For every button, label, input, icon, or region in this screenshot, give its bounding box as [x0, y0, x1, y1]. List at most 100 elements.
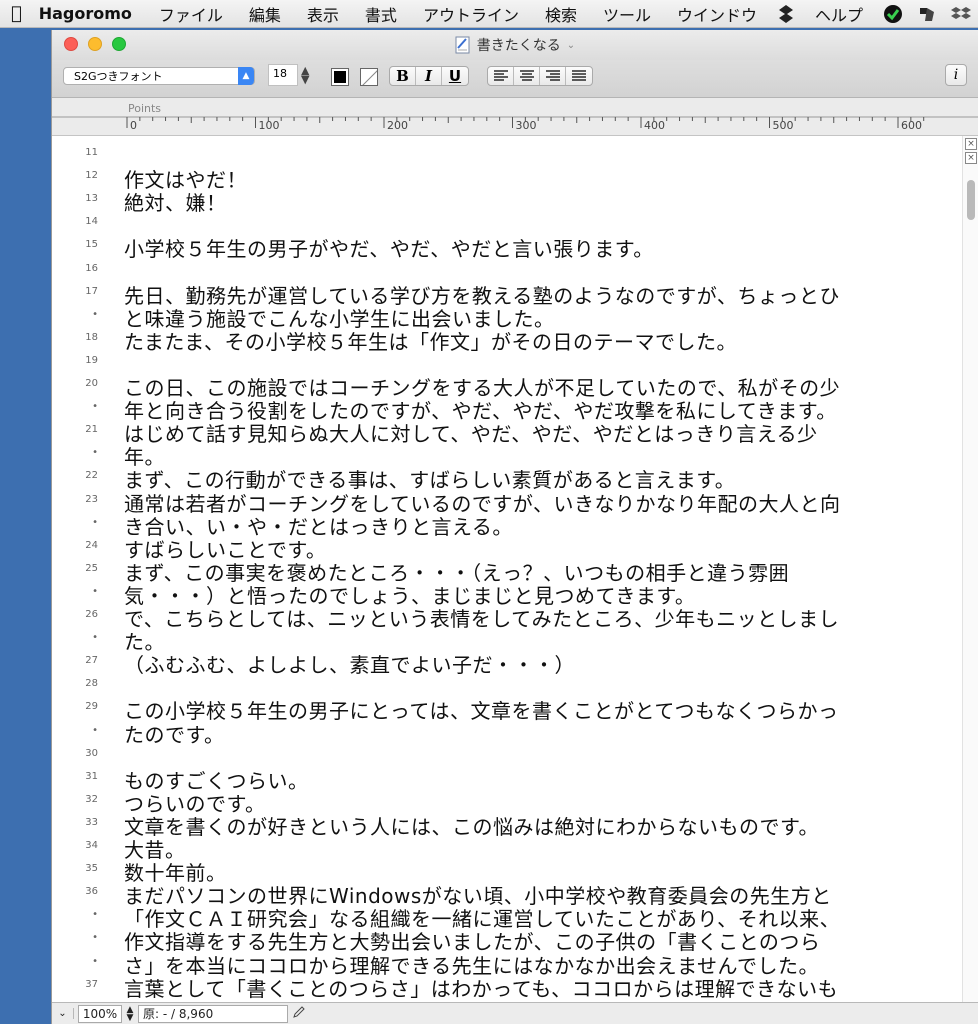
scroll-thumb[interactable] — [967, 180, 975, 220]
chevron-down-icon[interactable]: ⌄ — [567, 40, 575, 51]
inspector-button[interactable]: i — [945, 64, 967, 86]
menu-window[interactable]: ウインドウ — [664, 2, 770, 26]
status-bar: ⌄ 100% ▲ ▼ 原: - / 8,960 — [52, 1002, 978, 1024]
line-number: 21 — [85, 424, 98, 436]
menu-file[interactable]: ファイル — [146, 2, 236, 26]
text-line[interactable]: はじめて話す見知らぬ大人に対して、やだ、やだ、やだとはっきり言える少 — [124, 418, 818, 447]
line-number: 17 — [85, 285, 98, 297]
pen-icon[interactable] — [288, 1005, 310, 1022]
line-number: 37 — [85, 978, 98, 990]
ruler-scale: 0 100 200 300 400 500 600 — [52, 116, 978, 132]
split-view-icon[interactable]: × — [965, 152, 977, 164]
zoom-window-button[interactable] — [112, 37, 126, 51]
app-menu[interactable]: Hagoromo — [33, 4, 146, 23]
script-menu-icon[interactable] — [776, 3, 796, 25]
line-number: 34 — [85, 840, 98, 851]
align-left-icon — [493, 70, 508, 81]
line-number: 32 — [85, 793, 98, 805]
character-counter: 原: - / 8,960 — [138, 1004, 288, 1023]
underline-button[interactable]: U — [442, 67, 468, 85]
chevron-down-icon[interactable]: ⌄ — [52, 1008, 74, 1019]
align-center-button[interactable] — [514, 67, 540, 85]
text-line[interactable]: たのです。 — [124, 719, 225, 748]
line-number: 20 — [85, 378, 98, 389]
line-number: • — [92, 447, 98, 459]
menu-search[interactable]: 検索 — [532, 2, 590, 26]
window-title-text: 書きたくなる — [476, 38, 561, 54]
line-number: 26 — [85, 609, 98, 620]
vertical-scrollbar[interactable]: × × — [962, 136, 978, 1002]
line-number: 13 — [85, 193, 98, 205]
minimize-window-button[interactable] — [88, 37, 102, 51]
text-line[interactable]: この小学校５年生の男子にとっては、文章を書くことがとてつもなくつらかっ — [124, 695, 839, 724]
status-items — [876, 3, 978, 25]
align-center-icon — [519, 70, 534, 81]
align-right-icon — [545, 70, 560, 81]
line-number: 31 — [85, 770, 98, 782]
line-number: 35 — [85, 863, 98, 875]
line-number: 22 — [85, 470, 98, 482]
line-number: 29 — [85, 701, 98, 713]
line-number: • — [92, 585, 98, 597]
line-number: • — [92, 932, 98, 944]
line-number: 33 — [85, 816, 98, 828]
document-window: 書きたくなる ⌄ S2Gつきフォント ▲ 18 ▲ ▼ B I U i Poin… — [51, 30, 978, 1024]
title-bar[interactable]: 書きたくなる ⌄ — [52, 30, 978, 60]
split-view-close-icon[interactable]: × — [965, 138, 977, 150]
ruler-tick-label: 400 — [644, 119, 665, 132]
menu-bar:  Hagoromo ファイル 編集 表示 書式 アウトライン 検索 ツール ウ… — [0, 0, 978, 28]
line-number: 19 — [85, 354, 98, 366]
menu-view[interactable]: 表示 — [294, 2, 352, 26]
italic-button[interactable]: I — [416, 67, 442, 85]
text-line[interactable]: 文章を書くのが好きという人には、この悩みは絶対にわからないものです。 — [124, 811, 819, 840]
ruler-tick-label: 500 — [773, 119, 794, 132]
zoom-stepper[interactable]: ▲ ▼ — [122, 1005, 138, 1022]
line-number: 11 — [85, 147, 98, 158]
apple-menu-icon[interactable]:  — [0, 3, 33, 24]
menu-edit[interactable]: 編集 — [236, 2, 294, 26]
ruler-units-label: Points — [128, 102, 162, 115]
text-editor[interactable]: 11 12 13 14 15 16 17 • 18 19 20 • 21 • 22 23 • 24 25 • 26 • 27… — [52, 136, 978, 1002]
align-right-button[interactable] — [540, 67, 566, 85]
document-icon — [455, 36, 470, 54]
line-number: 25 — [85, 562, 98, 574]
zoom-field[interactable]: 100% — [78, 1004, 122, 1023]
font-select-arrows-icon: ▲ — [238, 67, 254, 85]
font-select[interactable]: S2Gつきフォント ▲ — [63, 67, 255, 85]
font-size-field[interactable]: 18 — [268, 64, 298, 86]
justify-button[interactable] — [566, 67, 592, 85]
line-number: 30 — [85, 747, 98, 759]
evernote-status-icon[interactable] — [916, 3, 938, 25]
line-number: 24 — [85, 539, 98, 551]
background-color-well[interactable] — [360, 68, 378, 86]
menu-tools[interactable]: ツール — [590, 2, 664, 26]
text-line[interactable]: （ふむふむ、よしよし、素直でよい子だ・・・） — [124, 649, 575, 678]
alignment-buttons — [487, 66, 593, 86]
text-line[interactable]: 絶対、嫌！ — [124, 187, 227, 216]
ruler[interactable]: Points 0 100 200 300 400 500 600 — [52, 98, 978, 136]
line-number: 15 — [85, 239, 98, 251]
text-line[interactable]: で、こちらとしては、ニッという表情をしてみたところ、少年もニッとしまし — [124, 603, 839, 632]
sync-status-icon[interactable] — [882, 3, 904, 25]
align-left-button[interactable] — [488, 67, 514, 85]
ruler-tick-label: 300 — [516, 119, 537, 132]
text-line[interactable]: たまたま、その小学校５年生は「作文」がその日のテーマでした。 — [124, 326, 737, 355]
menu-help[interactable]: ヘルプ — [802, 2, 876, 26]
menu-format[interactable]: 書式 — [352, 2, 410, 26]
menu-outline[interactable]: アウトライン — [410, 2, 532, 26]
font-select-value: S2Gつきフォント — [74, 70, 163, 83]
font-size-stepper[interactable]: ▲ ▼ — [301, 65, 309, 85]
line-number-gutter: 11 12 13 14 15 16 17 • 18 19 20 • 21 • 22 23 • 24 25 • 26 • 27… — [52, 136, 98, 1002]
justify-icon — [572, 70, 586, 81]
line-number: • — [92, 724, 98, 736]
line-number: 23 — [85, 493, 98, 505]
close-window-button[interactable] — [64, 37, 78, 51]
ruler-tick-label: 0 — [130, 119, 137, 132]
ruler-tick-label: 200 — [387, 119, 408, 132]
line-number: 16 — [85, 262, 98, 274]
dropbox-status-icon[interactable] — [950, 3, 972, 25]
text-color-well[interactable] — [331, 68, 349, 86]
bold-button[interactable]: B — [390, 67, 416, 85]
window-title[interactable]: 書きたくなる ⌄ — [455, 35, 575, 55]
text-line[interactable]: 小学校５年生の男子がやだ、やだ、やだと言い張ります。 — [124, 233, 654, 262]
